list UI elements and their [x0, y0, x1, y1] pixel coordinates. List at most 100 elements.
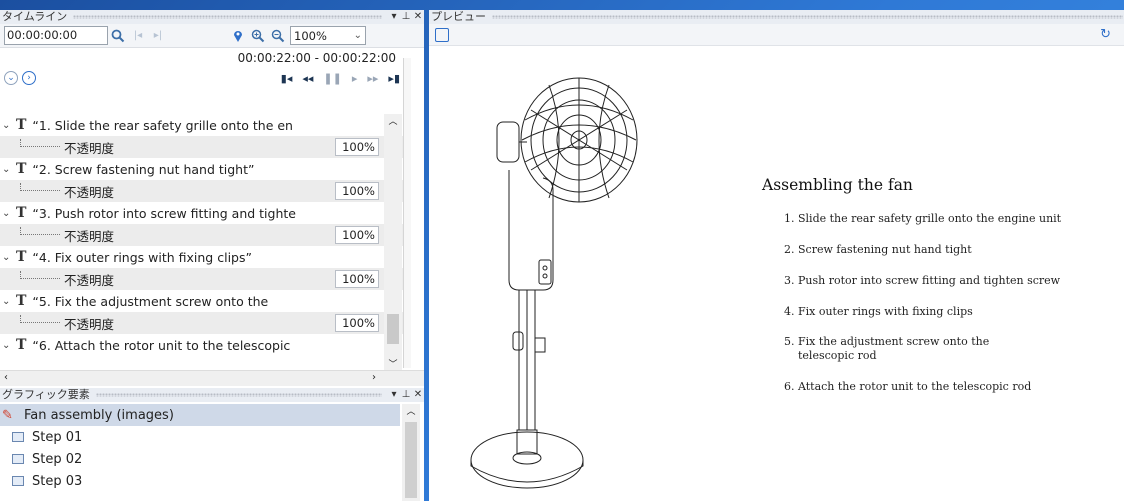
tree-root-label: Fan assembly (images) — [24, 407, 174, 423]
timeline-splitter[interactable] — [403, 58, 411, 368]
chevron-down-icon[interactable]: ⌄ — [2, 208, 14, 219]
pin-icon[interactable]: ⊥ — [400, 10, 412, 24]
title-grip — [73, 15, 382, 19]
list-item[interactable]: Step 01 — [0, 426, 424, 448]
image-icon — [12, 454, 24, 464]
text-icon: T — [16, 117, 27, 133]
skip-end-icon[interactable]: ▸▮ — [388, 72, 400, 85]
playback-controls: ▮◂ ◂◂ ❚❚ ▸ ▸▸ ▸▮ — [281, 72, 400, 85]
refresh-icon[interactable]: ↻ — [1100, 27, 1111, 42]
track-label: “4. Fix outer rings with fixing clips” — [32, 249, 252, 265]
text-icon: T — [16, 293, 27, 309]
zoom-in-icon[interactable] — [248, 26, 268, 46]
property-row: 不透明度 100% — [0, 224, 403, 246]
fit-zoom-icon[interactable] — [435, 27, 449, 42]
tree-connector — [20, 227, 60, 235]
chevron-down-icon[interactable]: ⌄ — [2, 164, 14, 175]
skip-start-icon[interactable]: ▮◂ — [281, 72, 293, 85]
dropdown-icon[interactable]: ▾ — [388, 10, 400, 24]
property-row: 不透明度 100% — [0, 268, 403, 290]
preview-title: プレビュー — [431, 10, 486, 23]
play-icon[interactable]: ▸ — [352, 72, 358, 85]
dropdown-icon[interactable]: ▾ — [388, 388, 400, 402]
property-label: 不透明度 — [64, 228, 115, 244]
list-item[interactable]: Step 03 — [0, 470, 424, 492]
zoom-out-icon[interactable] — [268, 26, 288, 46]
timeline-toolbar: 00:00:00:00 |◂ ▸| 100% ⌄ — [0, 24, 424, 48]
pause-icon[interactable]: ❚❚ — [323, 72, 341, 85]
preview-title-bar: プレビュー — [429, 10, 1124, 24]
scroll-left-icon[interactable]: ‹ — [4, 372, 8, 383]
rewind-icon[interactable]: ◂◂ — [302, 72, 313, 85]
track-label: “3. Push rotor into screw fitting and ti… — [32, 205, 296, 221]
close-icon[interactable]: ✕ — [412, 10, 424, 24]
tree-root-item[interactable]: ✎ Fan assembly (images) — [0, 404, 400, 426]
zoom-value: 100% — [294, 28, 327, 43]
timeline-panel: タイムライン ▾ ⊥ ✕ 00:00:00:00 |◂ ▸| 100% ⌄ 00… — [0, 10, 424, 388]
fan-illustration — [470, 77, 638, 489]
document-step: 3. Push rotor into screw fitting and tig… — [784, 274, 1061, 287]
preview-panel: プレビュー ↻ Assembling the fan 1. Slide the … — [429, 10, 1124, 501]
graphics-scrollbar[interactable]: ︿ — [402, 404, 420, 501]
scroll-down-icon[interactable]: ﹀ — [384, 357, 402, 370]
scroll-thumb[interactable] — [405, 422, 417, 498]
chevron-down-icon[interactable]: ⌄ — [2, 120, 14, 131]
track-row[interactable]: ⌄ T “2. Screw fastening nut hand tight” — [0, 158, 403, 180]
list-item-label: Step 03 — [32, 473, 83, 489]
chevron-down-icon[interactable]: ⌄ — [2, 296, 14, 307]
tree-connector — [20, 183, 60, 191]
document-step-continued: telescopic rod — [798, 349, 877, 362]
scroll-up-icon[interactable]: ︿ — [384, 114, 402, 127]
image-icon — [12, 432, 24, 442]
go-start-icon[interactable]: |◂ — [128, 26, 148, 46]
text-icon: T — [16, 205, 27, 221]
track-scrollbar[interactable]: ︿ ﹀ — [384, 114, 402, 372]
track-label: “5. Fix the adjustment screw onto the — [32, 293, 269, 309]
opacity-input[interactable]: 100% — [335, 226, 379, 244]
edit-image-icon: ✎ — [2, 408, 13, 423]
track-label: “6. Attach the rotor unit to the telesco… — [32, 337, 291, 353]
track-row[interactable]: ⌄ T “3. Push rotor into screw fitting and … — [0, 202, 403, 224]
tree-connector — [20, 139, 60, 147]
document-step: 2. Screw fastening nut hand tight — [784, 243, 972, 256]
document-step: 4. Fix outer rings with fixing clips — [784, 305, 973, 318]
scroll-thumb[interactable] — [387, 314, 399, 344]
image-icon — [12, 476, 24, 486]
document-step: 1. Slide the rear safety grille onto the… — [784, 212, 1062, 225]
property-label: 不透明度 — [64, 316, 115, 332]
time-range: 00:00:22:00 - 00:00:22:00 — [237, 51, 396, 65]
opacity-input[interactable]: 100% — [335, 270, 379, 288]
list-item[interactable]: Step 02 — [0, 448, 424, 470]
track-row[interactable]: ⌄ T “5. Fix the adjustment screw onto the — [0, 290, 403, 312]
close-icon[interactable]: ✕ — [412, 388, 424, 402]
current-time-input[interactable]: 00:00:00:00 — [4, 26, 108, 45]
list-item-label: Step 01 — [32, 429, 83, 445]
search-icon[interactable] — [108, 26, 128, 46]
collapse-all-icon[interactable]: ⌄ — [4, 71, 18, 85]
transport-bar: ⌄ › ▮◂ ◂◂ ❚❚ ▸ ▸▸ ▸▮ — [0, 68, 424, 88]
track-row[interactable]: ⌄ T “4. Fix outer rings with fixing clips” — [0, 246, 403, 268]
marker-icon[interactable] — [228, 26, 248, 46]
property-row: 不透明度 100% — [0, 136, 403, 158]
text-icon: T — [16, 249, 27, 265]
go-end-icon[interactable]: ▸| — [148, 26, 168, 46]
horizontal-scrollbar[interactable]: ‹ › — [0, 370, 424, 386]
expand-all-icon[interactable]: › — [22, 71, 36, 85]
property-label: 不透明度 — [64, 184, 115, 200]
scroll-up-icon[interactable]: ︿ — [402, 404, 420, 417]
track-row[interactable]: ⌄ T “6. Attach the rotor unit to the teles… — [0, 334, 403, 354]
zoom-select[interactable]: 100% ⌄ — [290, 26, 366, 45]
graphics-title-bar: グラフィック要素 ▾ ⊥ ✕ — [0, 388, 424, 402]
fast-forward-icon[interactable]: ▸▸ — [367, 72, 378, 85]
chevron-down-icon[interactable]: ⌄ — [2, 340, 14, 351]
preview-toolbar — [429, 24, 1124, 46]
chevron-down-icon[interactable]: ⌄ — [2, 252, 14, 263]
opacity-input[interactable]: 100% — [335, 138, 379, 156]
opacity-input[interactable]: 100% — [335, 314, 379, 332]
document-step: 5. Fix the adjustment screw onto the — [784, 335, 990, 348]
track-list: ⌄ T “1. Slide the rear safety grille onto … — [0, 114, 403, 354]
pin-icon[interactable]: ⊥ — [400, 388, 412, 402]
opacity-input[interactable]: 100% — [335, 182, 379, 200]
track-row[interactable]: ⌄ T “1. Slide the rear safety grille onto … — [0, 114, 403, 136]
scroll-right-icon[interactable]: › — [372, 372, 376, 383]
